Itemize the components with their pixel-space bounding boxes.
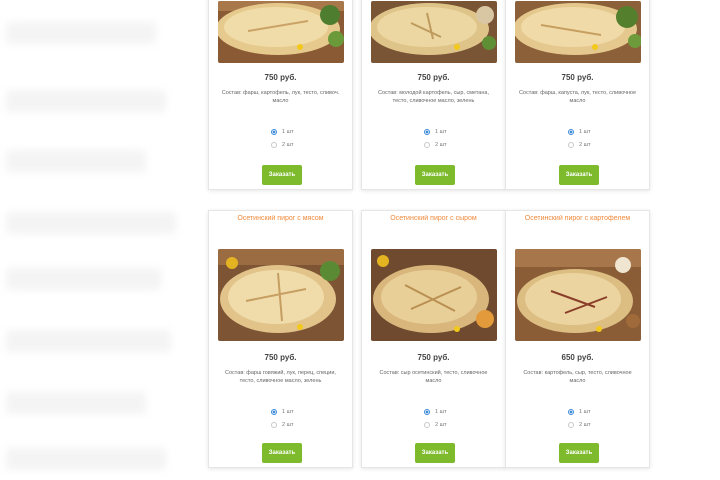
option-1[interactable]: 1 шт [271, 407, 294, 417]
radio-icon[interactable] [424, 409, 430, 415]
radio-icon[interactable] [271, 409, 277, 415]
option-1[interactable]: 1 шт [568, 127, 591, 137]
description: Состав: фарш, капуста, лук, тесто, сливо… [518, 90, 637, 104]
radio-icon[interactable] [271, 422, 277, 428]
product-title: Осетинский пирог с мясом [237, 215, 324, 222]
radio-icon[interactable] [271, 142, 277, 148]
description: Состав: картофель, сыр, тесто, сливочное… [523, 370, 632, 384]
radio-icon[interactable] [568, 409, 574, 415]
description: Состав: молодой картофель, сыр, сметана,… [377, 90, 489, 104]
product-card: Осетинский пирог с мясом 750 руб. Состав… [208, 210, 353, 468]
order-button[interactable]: Заказать [559, 165, 599, 185]
product-card: 750 руб. Состав: фарш, картофель, лук, т… [208, 0, 353, 190]
pie-image [515, 249, 641, 341]
description: Состав: фарш, картофель, лук, тесто, сли… [221, 90, 340, 104]
option-2[interactable]: 2 шт [424, 140, 447, 150]
radio-icon[interactable] [424, 422, 430, 428]
product-title: Осетинский пирог с картофелем [524, 215, 631, 222]
product-title: Осетинский пирог с сыром [390, 215, 477, 222]
price: 750 руб. [417, 73, 450, 82]
option-2[interactable]: 2 шт [568, 140, 591, 150]
option-2[interactable]: 2 шт [568, 420, 591, 430]
option-2[interactable]: 2 шт [424, 420, 447, 430]
option-1[interactable]: 1 шт [568, 407, 591, 417]
order-button[interactable]: Заказать [262, 443, 302, 463]
radio-icon[interactable] [271, 129, 277, 135]
pie-image [371, 1, 497, 63]
description: Состав: сыр осетинский, тесто, сливочное… [379, 370, 488, 384]
order-button[interactable]: Заказать [415, 443, 455, 463]
pie-image [515, 1, 641, 63]
radio-icon[interactable] [424, 142, 430, 148]
price: 750 руб. [417, 353, 450, 362]
price: 750 руб. [264, 353, 297, 362]
price: 650 руб. [561, 353, 594, 362]
product-card: Осетинский пирог с сыром 750 руб. Состав… [361, 210, 506, 468]
option-1[interactable]: 1 шт [424, 127, 447, 137]
radio-icon[interactable] [568, 142, 574, 148]
product-card: 750 руб. Состав: фарш, капуста, лук, тес… [505, 0, 650, 190]
order-button[interactable]: Заказать [262, 165, 302, 185]
pie-image [371, 249, 497, 341]
sidebar-ghost [0, 0, 200, 480]
option-2[interactable]: 2 шт [271, 140, 294, 150]
product-card: 750 руб. Состав: молодой картофель, сыр,… [361, 0, 506, 190]
description: Состав: фарш говяжий, лук, перец, специи… [225, 370, 336, 384]
radio-icon[interactable] [568, 422, 574, 428]
pie-image [218, 1, 344, 63]
option-2[interactable]: 2 шт [271, 420, 294, 430]
option-1[interactable]: 1 шт [271, 127, 294, 137]
price: 750 руб. [561, 73, 594, 82]
order-button[interactable]: Заказать [415, 165, 455, 185]
option-1[interactable]: 1 шт [424, 407, 447, 417]
radio-icon[interactable] [568, 129, 574, 135]
product-card: Осетинский пирог с картофелем 650 руб. С… [505, 210, 650, 468]
price: 750 руб. [264, 73, 297, 82]
order-button[interactable]: Заказать [559, 443, 599, 463]
pie-image [218, 249, 344, 341]
radio-icon[interactable] [424, 129, 430, 135]
